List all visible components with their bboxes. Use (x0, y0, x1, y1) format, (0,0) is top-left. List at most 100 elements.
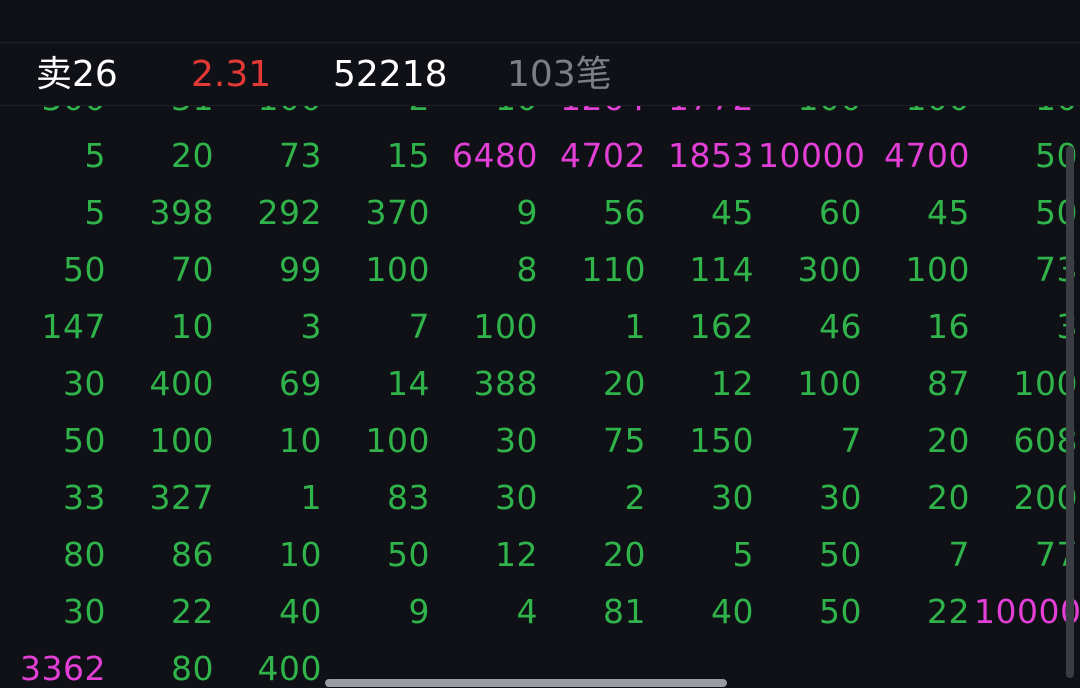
volume-cell: 22 (171, 592, 214, 631)
volume-grid-cells: 3003110021012641772100100105207315648047… (0, 106, 1080, 688)
volume-cell: 30 (495, 478, 538, 517)
volume-cell: 608 (1013, 421, 1078, 460)
volume-cell: 20 (603, 535, 646, 574)
trade-summary-header: 卖26 2.31 52218 103笔 (0, 43, 1080, 106)
volume-cell: 45 (711, 193, 754, 232)
volume-cell: 20 (171, 136, 214, 175)
volume-cell: 50 (63, 421, 106, 460)
volume-cell: 87 (927, 364, 970, 403)
volume-cell: 5 (84, 136, 106, 175)
volume-cell: 100 (797, 364, 862, 403)
volume-cell: 292 (257, 193, 322, 232)
volume-cell: 1 (300, 478, 322, 517)
volume-cell: 20 (603, 364, 646, 403)
volume-cell: 388 (473, 364, 538, 403)
volume-cell: 7 (840, 421, 862, 460)
volume-cell: 10000 (974, 592, 1080, 631)
volume-cell: 12 (495, 535, 538, 574)
volume-cell: 20 (927, 478, 970, 517)
volume-cell: 5 (732, 535, 754, 574)
volume-cell: 3 (974, 302, 1078, 352)
volume-cell: 33 (63, 478, 106, 517)
volume-cell: 60 (819, 193, 862, 232)
volume-cell: 147 (41, 307, 106, 346)
volume-cell: 14 (387, 364, 430, 403)
horizontal-scrollbar[interactable] (325, 679, 727, 687)
volume-cell: 400 (257, 649, 322, 688)
volume-cell: 50 (819, 592, 862, 631)
volume-cell: 100 (866, 106, 970, 124)
volume-cell: 3 (300, 307, 322, 346)
trade-detail-screen: 卖26 2.31 52218 103笔 30031100210126417721… (0, 0, 1080, 688)
volume-cell: 398 (149, 193, 214, 232)
volume-cell: 300 (797, 250, 862, 289)
volume-cell: 100 (905, 250, 970, 289)
volume-cell: 4 (516, 592, 538, 631)
volume-cell: 1 (624, 307, 646, 346)
volume-cell: 16 (927, 307, 970, 346)
volume-cell: 20 (927, 421, 970, 460)
volume-cell: 56 (603, 193, 646, 232)
volume-cell: 327 (149, 478, 214, 517)
volume-cell: 6480 (452, 136, 538, 175)
volume-cell: 4702 (560, 136, 646, 175)
volume-cell: 10 (279, 421, 322, 460)
top-bar (0, 0, 1080, 43)
volume-cell: 30 (63, 364, 106, 403)
volume-cell: 30 (63, 592, 106, 631)
volume-cell: 1772 (650, 106, 754, 124)
volume-cell: 4700 (884, 136, 970, 175)
volume-cell: 40 (279, 592, 322, 631)
volume-cell: 99 (279, 250, 322, 289)
volume-cell: 100 (758, 106, 862, 124)
volume-cell: 50 (63, 250, 106, 289)
volume-cell: 83 (387, 478, 430, 517)
volume-cell: 100 (365, 421, 430, 460)
volume-cell: 9 (516, 193, 538, 232)
volume-cell: 100 (218, 106, 322, 124)
volume-cell: 30 (711, 478, 754, 517)
volume-cell: 15 (387, 136, 430, 175)
volume-cell: 10 (434, 106, 538, 124)
volume-cell: 1853 (668, 136, 754, 175)
volume-cell: 30 (819, 478, 862, 517)
volume-cell: 80 (63, 535, 106, 574)
volume-cell: 45 (927, 193, 970, 232)
volume-cell: 2 (326, 106, 430, 124)
volume-cell: 100 (1013, 364, 1078, 403)
volume-cell: 8 (516, 250, 538, 289)
volume-cell: 300 (2, 106, 106, 124)
sell-level-label: 卖26 (36, 54, 118, 95)
volume-cell: 10000 (758, 136, 866, 175)
volume-cell: 46 (819, 307, 862, 346)
volume-cell: 1264 (542, 106, 646, 124)
volume-cell: 9 (408, 592, 430, 631)
volume-cell: 81 (603, 592, 646, 631)
volume-cell: 77 (1035, 535, 1078, 574)
vertical-scrollbar[interactable] (1066, 146, 1074, 678)
volume-cell: 50 (819, 535, 862, 574)
volume-cell: 73 (279, 136, 322, 175)
volume-cell: 80 (171, 649, 214, 688)
volume-cell: 10 (279, 535, 322, 574)
volume-cell: 5 (84, 193, 106, 232)
volume-cell: 40 (711, 592, 754, 631)
volume-cell: 150 (689, 421, 754, 460)
volume-cell: 50 (1035, 193, 1078, 232)
volume-cell: 69 (279, 364, 322, 403)
volume-cell: 50 (1035, 136, 1078, 175)
volume-cell: 370 (365, 193, 430, 232)
volume-cell: 10 (171, 307, 214, 346)
volume-cell: 50 (387, 535, 430, 574)
volume-cell: 400 (149, 364, 214, 403)
volume-cell: 86 (171, 535, 214, 574)
volume-cell: 12 (711, 364, 754, 403)
volume-cell: 100 (149, 421, 214, 460)
volume-cell: 162 (689, 307, 754, 346)
volume-cell: 70 (171, 250, 214, 289)
volume-cell: 114 (689, 250, 754, 289)
volume-grid[interactable]: 3003110021012641772100100105207315648047… (0, 106, 1080, 688)
volume-cell: 7 (408, 307, 430, 346)
volume-cell: 200 (1013, 478, 1078, 517)
volume-cell: 7 (948, 535, 970, 574)
